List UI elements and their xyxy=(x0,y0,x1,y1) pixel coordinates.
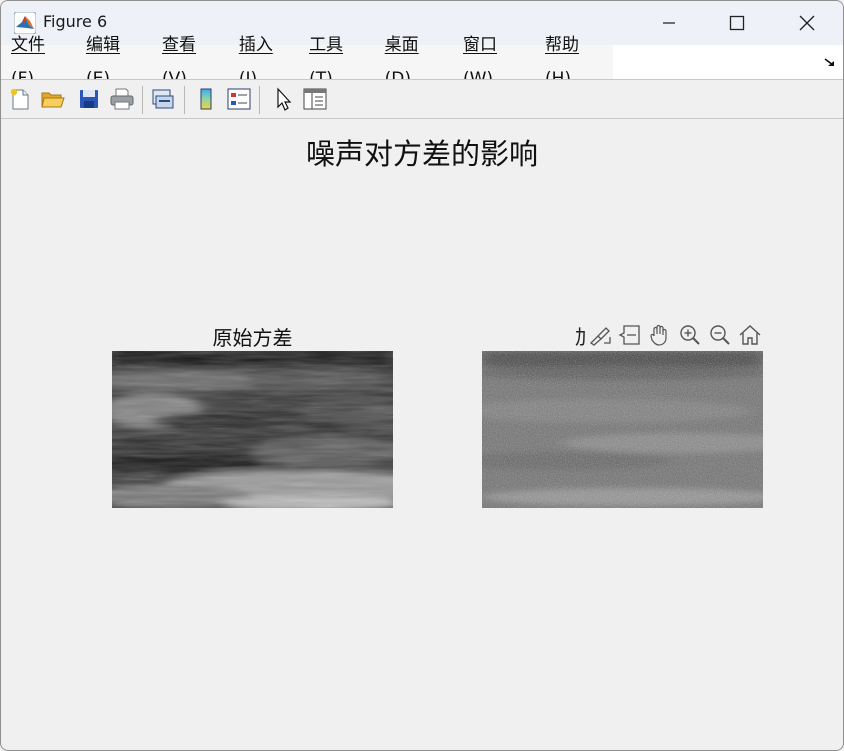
new-figure-button[interactable] xyxy=(6,85,34,113)
figure-suptitle: 噪声对方差的影响 xyxy=(305,137,538,171)
link-plot-icon xyxy=(152,89,174,109)
zoom-in-button[interactable] xyxy=(675,320,705,350)
colorbar-button[interactable] xyxy=(192,85,220,113)
legend-button[interactable] xyxy=(225,85,253,113)
link-plot-button[interactable] xyxy=(149,85,177,113)
minimize-icon xyxy=(663,22,675,24)
left-axes-title: 原始方差 xyxy=(212,326,293,350)
figure-toolbar xyxy=(1,80,843,118)
open-file-icon xyxy=(41,92,65,108)
new-figure-icon xyxy=(10,88,29,110)
print-icon xyxy=(110,88,134,110)
save-button[interactable] xyxy=(75,85,103,113)
zoom-out-button[interactable] xyxy=(705,320,735,350)
pan-icon xyxy=(650,324,667,346)
home-button[interactable] xyxy=(735,320,765,350)
toolbar-separator-line xyxy=(1,118,843,119)
right-axes-title: 加 xyxy=(575,321,585,350)
colorbar-icon xyxy=(200,88,212,110)
print-button[interactable] xyxy=(108,85,136,113)
edit-plot-icon xyxy=(277,87,292,111)
legend-icon xyxy=(227,88,251,110)
close-button[interactable] xyxy=(779,1,835,45)
edit-plot-button[interactable] xyxy=(269,85,297,113)
data-tips-icon xyxy=(618,325,640,345)
menu-bar-filler xyxy=(613,45,843,79)
home-icon xyxy=(739,325,761,345)
toolbar-separator xyxy=(259,86,260,114)
figure-window: Figure 6 文件(F) 编辑(E) 查看(V) 插入(I) 工具(T) 桌… xyxy=(0,0,844,751)
brush-button[interactable] xyxy=(585,320,615,350)
minimize-button[interactable] xyxy=(641,1,697,45)
property-inspector-button[interactable] xyxy=(301,85,329,113)
open-file-button[interactable] xyxy=(39,85,67,113)
maximize-icon xyxy=(729,15,745,31)
property-inspector-icon xyxy=(303,88,327,110)
menu-bar: 文件(F) 编辑(E) 查看(V) 插入(I) 工具(T) 桌面(D) 窗口(W… xyxy=(1,35,613,89)
close-icon xyxy=(799,15,815,31)
maximize-button[interactable] xyxy=(709,1,765,45)
data-tips-button[interactable] xyxy=(615,320,645,350)
noisy-variance-image xyxy=(482,351,763,508)
save-icon xyxy=(80,90,98,108)
toolbar-separator xyxy=(142,86,143,114)
original-variance-image xyxy=(112,351,393,508)
axes-toolbar: 加 xyxy=(575,320,765,350)
zoom-in-icon xyxy=(680,325,700,345)
zoom-out-icon xyxy=(710,325,730,345)
dock-arrow-icon[interactable] xyxy=(823,57,837,69)
toolbar-separator xyxy=(184,86,185,114)
brush-icon xyxy=(589,327,611,346)
pan-button[interactable] xyxy=(645,320,675,350)
